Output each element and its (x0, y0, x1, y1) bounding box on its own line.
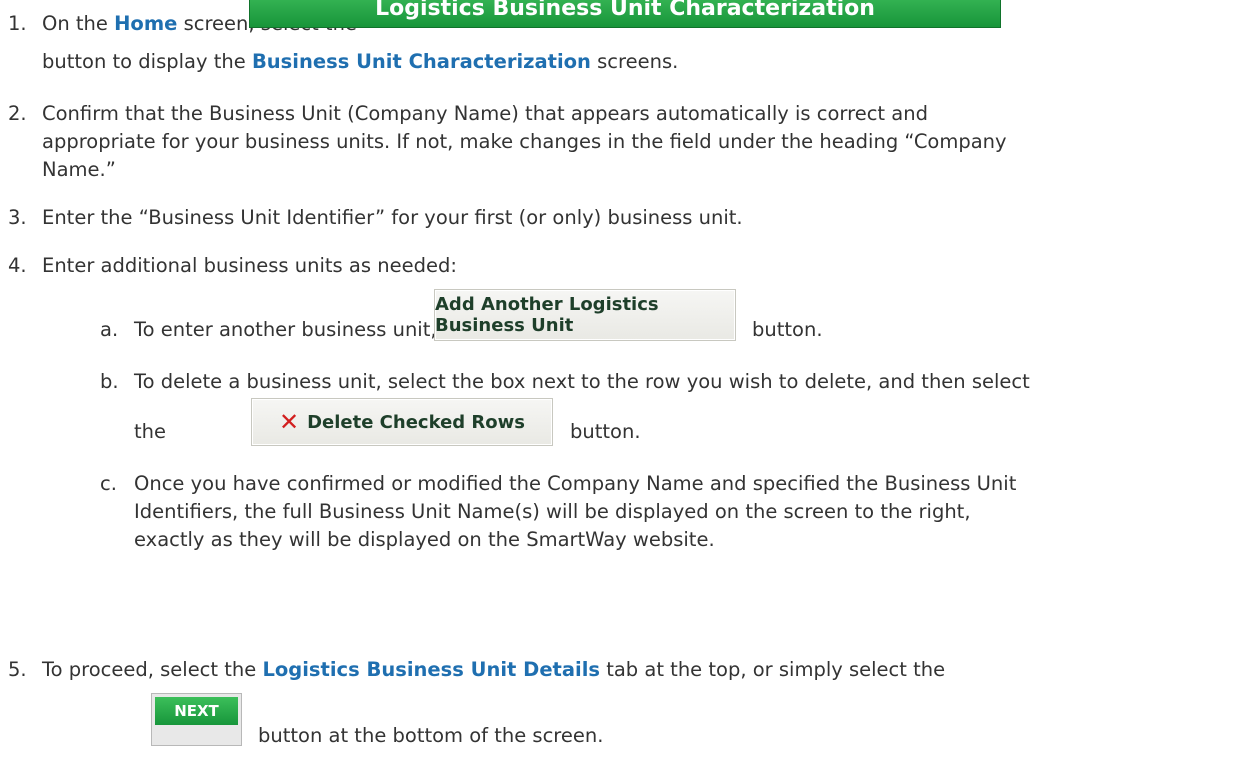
business-unit-characterization-text: Business Unit Characterization (251, 50, 591, 73)
step-2-number: 2. (8, 102, 27, 125)
step-3-line-1: Enter the “Business Unit Identifier” for… (42, 206, 743, 229)
delete-checked-rows-label: Delete Checked Rows (307, 411, 526, 433)
next-button[interactable]: NEXT (151, 693, 242, 746)
next-button-label: NEXT (155, 697, 238, 725)
step-5-number: 5. (8, 658, 27, 681)
step-1-text-c: button to display the (42, 50, 252, 73)
step-4b-letter: b. (100, 370, 119, 393)
step-4a-after: button. (752, 318, 823, 341)
add-another-logistics-business-unit-button[interactable]: Add Another Logistics Business Unit (434, 289, 736, 341)
step-5-text-b: tab at the top, or simply select the (600, 658, 946, 681)
logistics-business-unit-characterization-button[interactable]: Logistics Business Unit Characterization (249, 0, 1001, 28)
step-1-line-2: button to display the Business Unit Char… (42, 50, 678, 73)
step-4b-line-2: the (134, 420, 167, 443)
step-5-line-1: To proceed, select the Logistics Busines… (42, 658, 945, 681)
step-2-line-3: Name.” (42, 158, 116, 181)
logistics-business-unit-details-text: Logistics Business Unit Details (262, 658, 601, 681)
step-3-number: 3. (8, 206, 27, 229)
step-4c-line-2: Identifiers, the full Business Unit Name… (134, 500, 971, 523)
step-4c-letter: c. (100, 472, 117, 495)
step-5-line-2: button at the bottom of the screen. (258, 724, 604, 747)
delete-checked-rows-button[interactable]: ✕ Delete Checked Rows (251, 398, 553, 446)
step-2-line-1: Confirm that the Business Unit (Company … (42, 102, 928, 125)
step-4a-letter: a. (100, 318, 119, 341)
x-icon: ✕ (278, 408, 300, 436)
step-4c-line-3: exactly as they will be displayed on the… (134, 528, 715, 551)
step-1-text-a: On the (42, 12, 115, 35)
step-4b-line-1: To delete a business unit, select the bo… (134, 370, 1030, 393)
step-4-line-1: Enter additional business units as neede… (42, 254, 457, 277)
step-4b-after: button. (570, 420, 641, 443)
step-4c-line-1: Once you have confirmed or modified the … (134, 472, 1017, 495)
step-2-line-2: appropriate for your business units. If … (42, 130, 1007, 153)
step-5-text-a: To proceed, select the (42, 658, 263, 681)
step-1-text-d: screens. (590, 50, 679, 73)
step-4-number: 4. (8, 254, 27, 277)
step-1-number: 1. (8, 12, 27, 35)
home-link-text: Home (114, 12, 178, 35)
